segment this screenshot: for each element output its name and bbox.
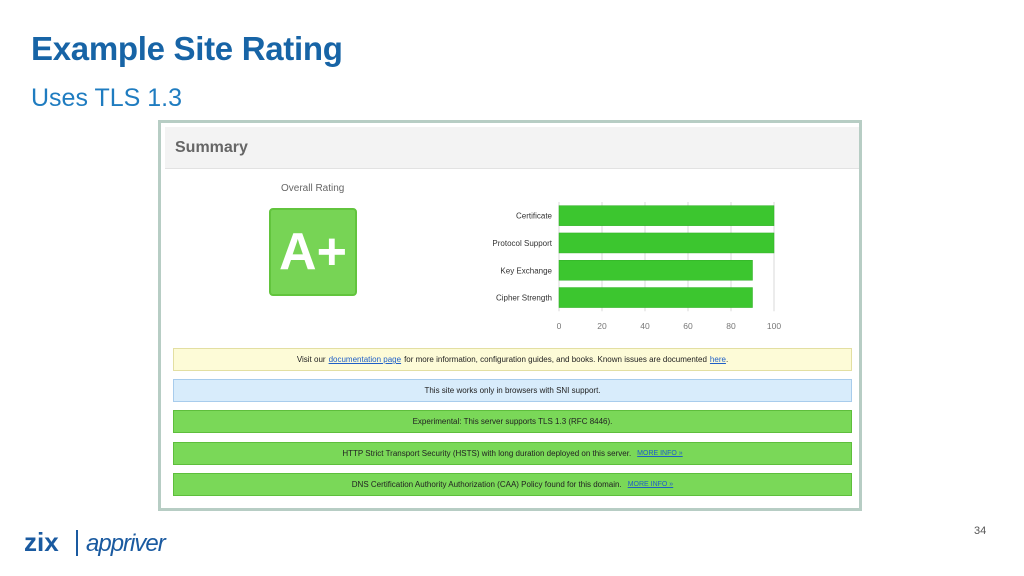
docs-banner-text-mid: for more information, configuration guid… [404,355,707,364]
caa-more-info-link[interactable]: MORE INFO » [628,481,674,488]
ssl-report-screenshot: Summary Overall Rating A+ 0 20 40 60 80 100 Ce… [158,120,862,511]
hsts-banner: HTTP Strict Transport Security (HSTS) wi… [173,442,852,465]
docs-banner: Visit our documentation page for more in… [173,348,852,371]
category-label: Protocol Support [492,239,552,248]
x-tick-label: 40 [640,321,650,331]
slide-title: Example Site Rating [31,30,343,67]
x-tick-label: 0 [557,321,562,331]
x-tick-label: 60 [683,321,693,331]
documentation-page-link[interactable]: documentation page [329,355,402,364]
hsts-more-info-link[interactable]: MORE INFO » [637,450,683,457]
slide-subtitle: Uses TLS 1.3 [31,84,183,112]
zix-appriver-logo: zix appriver [24,524,194,560]
sni-banner: This site works only in browsers with SN… [173,379,852,402]
logo-zix-text: zix [24,527,59,557]
docs-banner-text-pre: Visit our [296,355,326,364]
bar-certificate [558,205,775,226]
caa-banner-text: DNS Certification Authority Authorizatio… [351,480,622,489]
tls13-banner-text: Experimental: This server supports TLS 1… [412,417,613,426]
category-label: Key Exchange [500,266,552,275]
category-label: Cipher Strength [496,294,552,303]
tls13-banner: Experimental: This server supports TLS 1… [173,410,852,433]
bar-cipher-strength [558,287,753,308]
known-issues-link[interactable]: here [710,355,726,364]
rating-bar-chart: 0 20 40 60 80 100 Certificate Protocol Support K… [492,202,781,331]
caa-banner: DNS Certification Authority Authorizatio… [173,473,852,496]
page-number: 34 [974,525,987,537]
hsts-banner-text: HTTP Strict Transport Security (HSTS) wi… [342,449,632,458]
x-tick-label: 20 [597,321,607,331]
x-tick-label: 100 [767,321,781,331]
bar-protocol-support [558,232,775,254]
bar-key-exchange [558,260,753,281]
docs-banner-text-end: . [725,355,729,364]
logo-appriver-text: appriver [86,530,167,557]
sni-banner-text: This site works only in browsers with SN… [424,386,601,395]
x-tick-label: 80 [726,321,736,331]
category-label: Certificate [516,212,553,221]
